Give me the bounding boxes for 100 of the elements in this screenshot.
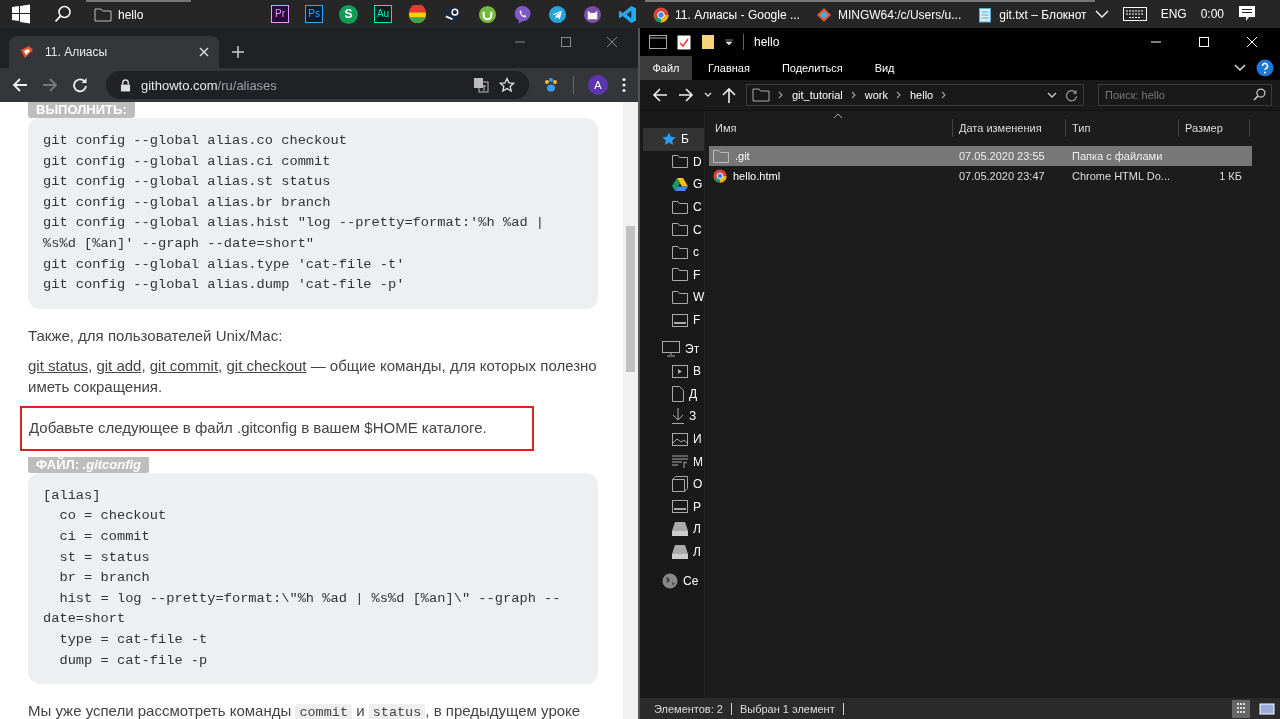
paper-plane-icon[interactable] <box>548 4 568 24</box>
type-cell-text: Папка с файлами <box>1071 150 1164 162</box>
column-header[interactable]: Имя <box>709 119 953 137</box>
details-view-icon[interactable] <box>1232 699 1250 718</box>
address-bar[interactable]: git_tutorial work hello <box>746 84 1084 106</box>
app-icon[interactable]: Pr <box>271 4 290 23</box>
column-header[interactable]: Тип <box>1066 119 1179 137</box>
scrollbar[interactable] <box>623 102 638 719</box>
window-icon <box>649 35 667 49</box>
nav-item[interactable]: Р <box>640 495 704 519</box>
plus-icon[interactable] <box>231 45 245 59</box>
folder-icon <box>713 149 729 163</box>
checklist-icon[interactable] <box>677 34 691 50</box>
file-name: hello.html <box>733 170 781 182</box>
folder-icon <box>672 245 688 259</box>
keyboard-icon[interactable] <box>1122 7 1147 21</box>
paragraph: Мы уже успели рассмотреть команды commit и status , в предыдущем уроке <box>28 701 581 719</box>
nav-item[interactable]: G <box>640 173 704 196</box>
search-icon <box>1253 88 1266 101</box>
nav-item[interactable]: Л <box>640 540 704 564</box>
nav-item[interactable]: C <box>640 218 704 241</box>
nav-item[interactable]: Се <box>640 569 704 592</box>
nav-item[interactable]: Б <box>643 128 704 151</box>
paw-icon[interactable] <box>543 77 559 93</box>
profile-avatar[interactable]: A <box>588 75 608 95</box>
nav-item[interactable]: W <box>640 286 704 309</box>
nav-item[interactable]: c <box>640 240 704 264</box>
cube-icon <box>672 476 688 493</box>
back-arrow-icon[interactable] <box>12 77 28 93</box>
breadcrumb-item[interactable]: hello <box>910 89 934 101</box>
translate-icon[interactable] <box>473 77 489 93</box>
phone-bubble-icon[interactable] <box>513 4 533 24</box>
paragraph: git status, git add, git commit, git checkout — общие команды, для которых полезно иметь сокращения. <box>28 355 598 397</box>
tab-title: 11. Алиасы <box>45 45 109 59</box>
folder-icon <box>672 290 688 304</box>
chevron-right-icon[interactable] <box>941 91 948 99</box>
item-count: Элементов: 2 <box>654 702 723 715</box>
nav-item[interactable]: М <box>640 450 704 473</box>
notification-icon[interactable] <box>1238 5 1256 23</box>
address-bar[interactable]: githowto.com/ru/aliases <box>106 71 529 99</box>
download-icon <box>672 408 684 425</box>
language-indicator[interactable]: ENG <box>1160 7 1187 21</box>
cat-icon[interactable] <box>583 4 603 24</box>
file-menu-tab[interactable]: Файл <box>640 56 692 80</box>
up-arrow-icon[interactable] <box>722 87 736 103</box>
chevron-right-icon[interactable] <box>850 91 857 99</box>
ribbon-tab[interactable]: Главная <box>692 56 766 80</box>
menu-icon[interactable] <box>622 77 626 93</box>
link[interactable]: git add <box>96 356 142 374</box>
chevron-down-icon[interactable] <box>1047 92 1057 98</box>
code-editor-icon[interactable] <box>618 4 638 24</box>
search-field[interactable]: Поиск: hello <box>1098 84 1272 106</box>
app-icon[interactable]: Ps <box>305 4 324 23</box>
chrome-icon <box>653 7 670 23</box>
folder-icon[interactable] <box>701 34 715 50</box>
browser-tab[interactable]: 11. Алиасы <box>9 36 219 68</box>
windows-logo-icon[interactable] <box>11 4 31 24</box>
nav-item[interactable]: D <box>640 150 704 174</box>
ribbon-tab[interactable]: Поделиться <box>765 56 859 80</box>
nav-item[interactable]: F <box>640 263 704 287</box>
star-icon <box>662 132 676 147</box>
clock[interactable]: 0:00 <box>1200 7 1224 21</box>
chevron-up-icon[interactable] <box>1094 9 1109 19</box>
reload-icon[interactable] <box>72 77 88 93</box>
nav-item[interactable]: F <box>640 308 704 332</box>
column-header[interactable]: Дата изменения <box>953 119 1066 137</box>
ribbon-tab[interactable]: Вид <box>858 56 911 80</box>
star-icon[interactable] <box>499 77 515 93</box>
refresh-icon[interactable] <box>1065 88 1078 102</box>
file-row[interactable]: .git 07.05.2020 23:55 Папка с файлами <box>709 146 1252 166</box>
nav-item[interactable]: Л <box>640 518 704 541</box>
dropdown-icon[interactable] <box>725 38 733 46</box>
folder-icon <box>672 223 688 237</box>
chevron-down-icon[interactable] <box>704 92 712 98</box>
sort-caret-icon <box>833 113 843 119</box>
chevron-down-icon[interactable] <box>1234 64 1246 72</box>
nav-item[interactable]: З <box>640 405 704 428</box>
type-cell-text: Chrome HTML Do... <box>1071 170 1171 182</box>
rainbow-circle-icon[interactable] <box>408 4 428 24</box>
nav-item[interactable]: Эт <box>640 337 704 360</box>
link[interactable]: git checkout <box>226 356 307 374</box>
breadcrumb-item[interactable]: work <box>864 89 888 101</box>
file-row[interactable]: hello.html 07.05.2020 23:47 Chrome HTML Do... 1 КБ <box>709 166 1252 186</box>
nav-item[interactable]: C <box>640 195 704 219</box>
app-icon[interactable]: Au <box>374 4 393 23</box>
nav-item[interactable]: О <box>640 472 704 496</box>
chevron-right-icon[interactable] <box>896 91 902 99</box>
folder-icon <box>752 88 770 102</box>
nav-item[interactable]: B <box>640 359 704 383</box>
triangle-icon <box>672 177 688 192</box>
search-icon[interactable] <box>54 5 72 23</box>
chrome-icon <box>713 169 727 183</box>
nav-item[interactable]: Д <box>640 382 704 406</box>
column-header[interactable]: Размер <box>1179 119 1250 137</box>
app-icon[interactable]: S <box>339 4 359 24</box>
help-icon[interactable] <box>1256 59 1274 77</box>
chevron-right-icon[interactable] <box>778 91 784 99</box>
nav-item[interactable]: И <box>640 427 704 451</box>
breadcrumb-item[interactable]: git_tutorial <box>792 89 843 101</box>
back-arrow-icon[interactable] <box>652 87 668 103</box>
